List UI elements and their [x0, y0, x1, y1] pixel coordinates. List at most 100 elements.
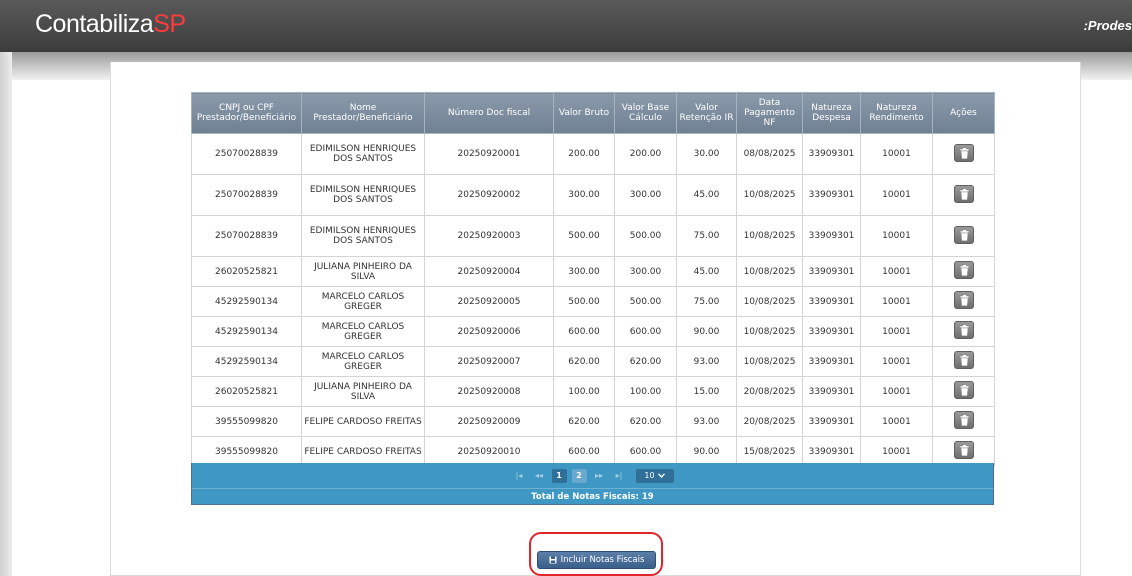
page-1-button[interactable]: 1 [551, 468, 567, 483]
last-page-button[interactable]: ▸| [612, 469, 627, 483]
invoices-table: CNPJ ou CPF Prestador/Beneficiário Nome P… [191, 92, 995, 467]
delete-button[interactable] [953, 381, 974, 399]
income-nature-cell: 10001 [860, 174, 933, 216]
first-page-button[interactable]: |◂ [512, 469, 527, 483]
ir-retention-cell: 93.00 [676, 406, 737, 437]
table-row: 45292590134 MARCELO CARLOS GREGER 20250920… [191, 346, 995, 377]
column-header: Natureza Despesa [802, 92, 861, 134]
payment-date-cell: 15/08/2025 [736, 436, 803, 467]
expense-nature-cell: 33909301 [802, 346, 861, 377]
doc-number-cell: 20250920005 [424, 286, 554, 317]
cnpj-cpf-cell: 26020525821 [191, 376, 302, 407]
name-cell: EDIMILSON HENRIQUES DOS SANTOS [301, 215, 425, 257]
name-cell: EDIMILSON HENRIQUES DOS SANTOS [301, 133, 425, 175]
ir-retention-cell: 15.00 [676, 376, 737, 407]
previous-page-button[interactable]: ◂◂ [532, 469, 547, 483]
logo-text: Contabiliza [35, 10, 154, 38]
cnpj-cpf-cell: 25070028839 [191, 133, 302, 175]
include-invoices-button[interactable]: Incluir Notas Fiscais [537, 551, 656, 569]
ir-retention-cell: 45.00 [676, 256, 737, 287]
actions-cell [932, 215, 995, 257]
logo-accent-text: SP [153, 10, 186, 38]
gross-value-cell: 500.00 [553, 286, 615, 317]
doc-number-cell: 20250920003 [424, 215, 554, 257]
name-cell: MARCELO CARLOS GREGER [301, 316, 425, 347]
table-row: 25070028839 EDIMILSON HENRIQUES DOS SANTO… [191, 133, 995, 175]
table-row: 39555099820 FELIPE CARDOSO FREITAS 2025092… [191, 406, 995, 437]
trash-icon [960, 265, 968, 276]
trash-icon [960, 445, 968, 456]
page-2-button[interactable]: 2 [571, 468, 587, 483]
next-page-button[interactable]: ▸▸ [592, 469, 607, 483]
name-cell: MARCELO CARLOS GREGER [301, 346, 425, 377]
actions-cell [932, 346, 995, 377]
table-row: 26020525821 JULIANA PINHEIRO DA SILVA 2025… [191, 256, 995, 287]
table-row: 25070028839 EDIMILSON HENRIQUES DOS SANTO… [191, 174, 995, 216]
page-size-select[interactable]: 10 [635, 468, 674, 483]
cnpj-cpf-cell: 45292590134 [191, 346, 302, 377]
cnpj-cpf-cell: 26020525821 [191, 256, 302, 287]
base-value-cell: 620.00 [614, 346, 677, 377]
doc-number-cell: 20250920001 [424, 133, 554, 175]
ir-retention-cell: 90.00 [676, 316, 737, 347]
trash-icon [960, 147, 968, 159]
chevron-down-icon [657, 473, 665, 478]
gross-value-cell: 200.00 [553, 133, 615, 175]
income-nature-cell: 10001 [860, 406, 933, 437]
name-cell: MARCELO CARLOS GREGER [301, 286, 425, 317]
column-header: Número Doc fiscal [424, 92, 554, 134]
payment-date-cell: 10/08/2025 [736, 286, 803, 317]
trash-icon [960, 188, 968, 200]
delete-button[interactable] [953, 291, 974, 309]
trash-icon [960, 355, 968, 366]
expense-nature-cell: 33909301 [802, 215, 861, 257]
income-nature-cell: 10001 [860, 436, 933, 467]
doc-number-cell: 20250920006 [424, 316, 554, 347]
expense-nature-cell: 33909301 [802, 406, 861, 437]
ir-retention-cell: 75.00 [676, 286, 737, 317]
column-header: Valor Bruto [553, 92, 615, 134]
doc-number-cell: 20250920010 [424, 436, 554, 467]
total-invoices-label: Total de Notas Fiscais: 19 [191, 488, 994, 505]
income-nature-cell: 10001 [860, 286, 933, 317]
payment-date-cell: 10/08/2025 [736, 316, 803, 347]
column-header: Nome Prestador/Beneficiário [301, 92, 425, 134]
delete-button[interactable] [953, 225, 974, 244]
expense-nature-cell: 33909301 [802, 256, 861, 287]
delete-button[interactable] [953, 411, 974, 429]
column-header: CNPJ ou CPF Prestador/Beneficiário [191, 92, 302, 134]
income-nature-cell: 10001 [860, 316, 933, 347]
gross-value-cell: 600.00 [553, 316, 615, 347]
doc-number-cell: 20250920009 [424, 406, 554, 437]
ir-retention-cell: 93.00 [676, 346, 737, 377]
ir-retention-cell: 45.00 [676, 174, 737, 216]
delete-button[interactable] [953, 321, 974, 339]
delete-button[interactable] [953, 261, 974, 279]
base-value-cell: 500.00 [614, 286, 677, 317]
actions-cell [932, 174, 995, 216]
doc-number-cell: 20250920004 [424, 256, 554, 287]
payment-date-cell: 10/08/2025 [736, 174, 803, 216]
delete-button[interactable] [953, 351, 974, 369]
actions-cell [932, 316, 995, 347]
delete-button[interactable] [953, 143, 974, 162]
delete-button[interactable] [953, 184, 974, 203]
expense-nature-cell: 33909301 [802, 316, 861, 347]
cnpj-cpf-cell: 25070028839 [191, 174, 302, 216]
trash-icon [960, 295, 968, 306]
payment-date-cell: 20/08/2025 [736, 376, 803, 407]
app-logo[interactable]: ContabilizaSP [35, 10, 186, 39]
column-header: Ações [932, 92, 995, 134]
table-row: 45292590134 MARCELO CARLOS GREGER 20250920… [191, 316, 995, 347]
doc-number-cell: 20250920008 [424, 376, 554, 407]
ir-retention-cell: 75.00 [676, 215, 737, 257]
base-value-cell: 600.00 [614, 436, 677, 467]
name-cell: JULIANA PINHEIRO DA SILVA [301, 376, 425, 407]
income-nature-cell: 10001 [860, 133, 933, 175]
delete-button[interactable] [953, 441, 974, 459]
expense-nature-cell: 33909301 [802, 286, 861, 317]
left-stripe [0, 52, 12, 576]
gross-value-cell: 100.00 [553, 376, 615, 407]
table-body: 25070028839 EDIMILSON HENRIQUES DOS SANTO… [191, 133, 995, 467]
table-row: 39555099820 FELIPE CARDOSO FREITAS 2025092… [191, 436, 995, 467]
